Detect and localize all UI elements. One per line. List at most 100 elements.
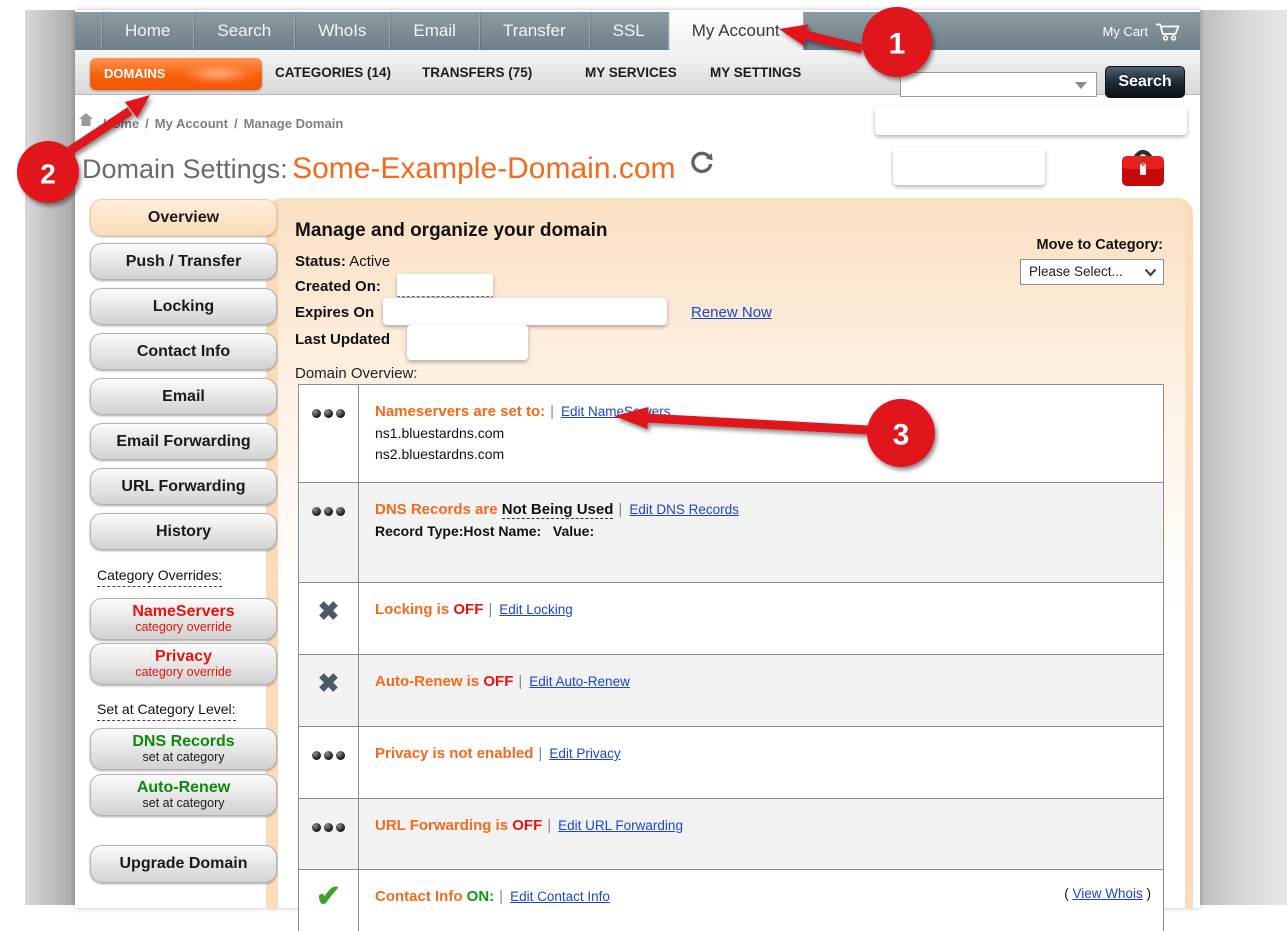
top-nav-tab-home[interactable]: Home <box>101 12 194 50</box>
row-title-part: OFF <box>512 817 542 834</box>
sidebar-category-auto-renew-subtitle: set at category <box>91 796 276 810</box>
overview-row-1: DNS Records are Not Being Used|Edit DNS … <box>299 483 1163 583</box>
sub-nav-item-3[interactable]: MY SETTINGS <box>710 50 801 95</box>
window-right-strip <box>1200 10 1287 905</box>
sidebar-upgrade-domain-button[interactable]: Upgrade Domain <box>90 845 277 883</box>
dot <box>324 751 333 760</box>
status-label: Status: <box>295 253 346 270</box>
row-icon-cell: ✖ <box>299 655 359 726</box>
row-edit-link-6[interactable]: Edit Contact Info <box>510 889 610 904</box>
row-detail-line: ns2.bluestardns.com <box>375 446 671 462</box>
row-body: Auto-Renew is OFF|Edit Auto-Renew <box>359 655 646 726</box>
breadcrumb-my-account[interactable]: My Account <box>155 116 228 131</box>
toolbox-icon[interactable] <box>1118 142 1168 192</box>
sidebar-category-auto-renew-title: Auto-Renew <box>91 779 276 796</box>
refresh-icon[interactable] <box>690 150 714 174</box>
row-title-part: ON: <box>467 888 495 905</box>
top-nav-tab-ssl[interactable]: SSL <box>590 12 669 50</box>
redacted-box <box>383 298 667 325</box>
top-nav-tab-whois[interactable]: WhoIs <box>295 12 390 50</box>
dot <box>324 823 333 832</box>
my-cart-label: My Cart <box>1103 24 1149 39</box>
row-edit-link-4[interactable]: Edit Privacy <box>549 746 620 761</box>
sub-nav-item-2[interactable]: MY SERVICES <box>585 50 677 95</box>
sidebar-item-push-transfer[interactable]: Push / Transfer <box>90 243 277 280</box>
row-icon-cell: ✔ <box>299 870 359 931</box>
breadcrumb-separator: / <box>145 116 149 131</box>
domain-search-combobox[interactable] <box>900 72 1097 97</box>
top-nav-tab-email[interactable]: Email <box>390 12 480 50</box>
row-title-part: Not Being Used <box>502 501 614 519</box>
row-title-part: Contact Info <box>375 888 463 905</box>
redacted-box <box>397 274 493 297</box>
row-detail-line: ns1.bluestardns.com <box>375 425 671 441</box>
redacted-box <box>893 148 1045 185</box>
dot <box>324 507 333 516</box>
row-edit-link-1[interactable]: Edit DNS Records <box>629 502 739 517</box>
chevron-down-icon <box>1144 268 1157 277</box>
sidebar-item-history[interactable]: History <box>90 513 277 550</box>
row-title-line: Auto-Renew is OFF|Edit Auto-Renew <box>375 673 630 690</box>
row-title-line: URL Forwarding is OFF|Edit URL Forwardin… <box>375 817 683 834</box>
redacted-blur <box>182 65 254 83</box>
sidebar-item-contact-info[interactable]: Contact Info <box>90 333 277 370</box>
sub-nav-domains-button[interactable]: DOMAINS <box>90 58 262 90</box>
check-icon: ✔ <box>316 886 341 931</box>
pipe-separator: | <box>518 673 522 690</box>
top-nav-tab-transfer[interactable]: Transfer <box>480 12 590 50</box>
sidebar-category-dns-records-title: DNS Records <box>91 733 276 750</box>
sub-nav: DOMAINS Search CATEGORIES (14) TRANSFERS … <box>75 50 1200 95</box>
breadcrumb-home[interactable]: Home <box>103 116 139 131</box>
row-body: Contact Info ON:|Edit Contact Info <box>359 870 626 931</box>
breadcrumb-current: Manage Domain <box>244 116 344 131</box>
sidebar-item-email[interactable]: Email <box>90 378 277 415</box>
row-title-line: Nameservers are set to:|Edit NameServers <box>375 403 671 420</box>
category-overrides-heading: Category Overrides: <box>97 567 222 587</box>
dot <box>312 507 321 516</box>
sidebar-category-dns-records-subtitle: set at category <box>91 750 276 764</box>
breadcrumb: Home/My Account/Manage Domain <box>103 116 343 131</box>
sidebar-override-privacy-title: Privacy <box>91 648 276 665</box>
dot <box>312 751 321 760</box>
sidebar-item-email-forwarding[interactable]: Email Forwarding <box>90 423 277 460</box>
row-edit-link-2[interactable]: Edit Locking <box>499 602 573 617</box>
sidebar-override-privacy[interactable]: Privacycategory override <box>90 643 277 685</box>
sidebar-item-overview[interactable]: Overview <box>90 199 277 236</box>
created-on-label: Created On: <box>295 278 381 295</box>
expires-on-label: Expires On <box>295 304 374 321</box>
sidebar-item-locking[interactable]: Locking <box>90 288 277 325</box>
page-title-prefix: Domain Settings: <box>82 154 288 184</box>
overview-row-2: ✖Locking is OFF|Edit Locking <box>299 583 1163 655</box>
pipe-separator: | <box>547 817 551 834</box>
row-edit-link-5[interactable]: Edit URL Forwarding <box>558 818 683 833</box>
pipe-separator: | <box>550 403 554 420</box>
row-icon-cell <box>299 483 359 582</box>
sidebar-category-auto-renew[interactable]: Auto-Renewset at category <box>90 774 277 816</box>
search-button[interactable]: Search <box>1105 66 1185 98</box>
sidebar-category-dns-records[interactable]: DNS Recordsset at category <box>90 728 277 770</box>
row-detail-line: Record Type:Host Name: Value: <box>375 523 739 539</box>
sub-nav-item-0[interactable]: CATEGORIES (14) <box>275 50 391 95</box>
x-icon: ✖ <box>318 673 340 726</box>
pipe-separator: | <box>538 745 542 762</box>
sidebar-item-url-forwarding[interactable]: URL Forwarding <box>90 468 277 505</box>
overview-row-0: Nameservers are set to:|Edit NameServers… <box>299 385 1163 483</box>
sidebar-override-nameservers[interactable]: NameServerscategory override <box>90 598 277 640</box>
renew-now-link[interactable]: Renew Now <box>691 304 772 321</box>
row-icon-cell <box>299 385 359 482</box>
top-nav-tab-my-account[interactable]: My Account <box>669 12 804 50</box>
row-edit-link-0[interactable]: Edit NameServers <box>561 404 671 419</box>
page: HomeSearchWhoIsEmailTransferSSLMy Accoun… <box>75 10 1200 908</box>
category-select[interactable]: Please Select... <box>1020 259 1164 285</box>
row-title-part: OFF <box>483 673 513 690</box>
row-edit-link-3[interactable]: Edit Auto-Renew <box>529 674 630 689</box>
screen: HomeSearchWhoIsEmailTransferSSLMy Accoun… <box>0 0 1287 931</box>
top-nav-tab-search[interactable]: Search <box>194 12 295 50</box>
row-body: Privacy is not enabled | Edit Privacy <box>359 727 637 798</box>
view-whois-link[interactable]: View Whois <box>1072 886 1142 901</box>
overview-row-6: ✔Contact Info ON:|Edit Contact Info( Vie… <box>299 870 1163 931</box>
my-cart-button[interactable]: My Cart <box>1103 12 1183 50</box>
row-title-part: Privacy is not enabled <box>375 745 533 762</box>
set-at-category-heading: Set at Category Level: <box>97 701 236 721</box>
sub-nav-item-1[interactable]: TRANSFERS (75) <box>422 50 532 95</box>
